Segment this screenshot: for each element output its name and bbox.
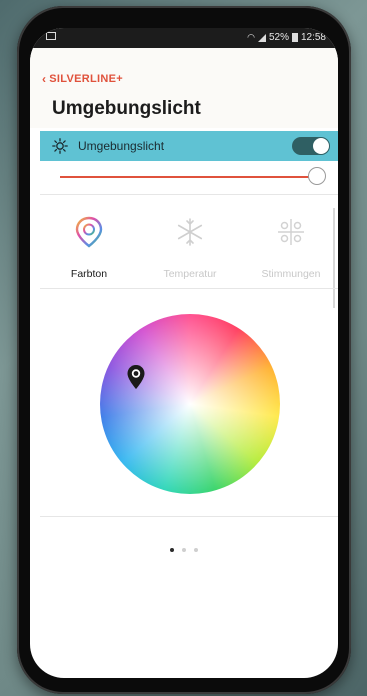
snowflake-sun-icon: [177, 218, 203, 246]
clock: 12:58: [300, 32, 326, 43]
chevron-left-icon: ‹: [42, 72, 47, 86]
divider: [40, 516, 338, 517]
divider: [40, 194, 338, 195]
app-header: ‹ SILVERLINE+ Umgebungslicht: [30, 48, 338, 128]
color-picker-pin-icon[interactable]: [126, 364, 146, 390]
mode-tabs: Farbton Temperatur Stimmungen: [40, 198, 338, 286]
image-notification-icon: [46, 32, 56, 40]
slider-thumb[interactable]: [308, 167, 326, 185]
toggle-knob: [313, 138, 329, 154]
battery-icon: [291, 33, 298, 42]
tab-stimmungen[interactable]: Stimmungen: [242, 198, 338, 286]
tab-label: Temperatur: [163, 268, 217, 280]
page-title: Umgebungslicht: [52, 98, 201, 119]
back-button[interactable]: ‹ SILVERLINE+: [42, 72, 123, 86]
scrollbar[interactable]: [333, 208, 335, 308]
moods-grid-icon: [278, 219, 304, 245]
tab-label: Stimmungen: [261, 268, 321, 280]
battery-percent: 52%: [268, 32, 289, 43]
status-right: ◠ 52% 12:58: [247, 32, 326, 43]
page-dot-3[interactable]: [194, 548, 198, 552]
page-indicator: [30, 548, 338, 552]
color-wheel[interactable]: [100, 314, 280, 494]
page-dot-2[interactable]: [182, 548, 186, 552]
tab-label: Farbton: [70, 268, 108, 280]
signal-icon: [257, 33, 266, 42]
app-screen: ◠ 52% 12:58 ‹ SILVERLINE+ Umgebungslicht: [30, 28, 338, 678]
ambient-light-row: Umgebungslicht: [40, 131, 338, 161]
wifi-icon: ◠: [247, 32, 255, 42]
status-bar: ◠ 52% 12:58: [30, 28, 338, 48]
page-dot-1[interactable]: [170, 548, 174, 552]
color-pin-icon: [75, 216, 103, 248]
back-label: SILVERLINE+: [49, 73, 123, 85]
sun-icon: [52, 138, 68, 154]
slider-track: [60, 176, 318, 178]
ambient-light-toggle[interactable]: [292, 137, 330, 155]
ambient-light-label: Umgebungslicht: [78, 139, 165, 153]
divider: [40, 288, 338, 289]
brightness-slider[interactable]: [40, 161, 338, 191]
phone-frame: ◠ 52% 12:58 ‹ SILVERLINE+ Umgebungslicht: [17, 6, 351, 694]
tab-farbton[interactable]: Farbton: [40, 198, 138, 286]
tab-temperatur[interactable]: Temperatur: [141, 198, 239, 286]
